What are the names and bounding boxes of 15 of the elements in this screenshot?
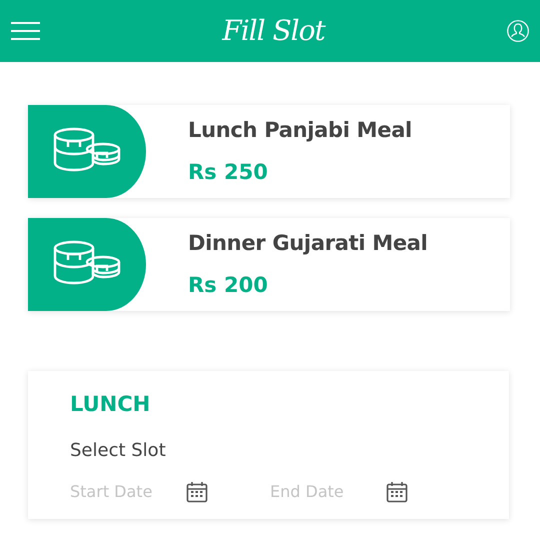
meal-name: Dinner Gujarati Meal	[188, 230, 428, 257]
user-icon[interactable]	[506, 20, 529, 42]
meal-price: Rs 250	[188, 158, 269, 186]
app-title: Fill Slot	[222, 13, 325, 49]
calendar-icon[interactable]	[186, 480, 208, 502]
meal-card[interactable]: Lunch Panjabi Meal Rs 250	[28, 105, 510, 198]
section-heading: LUNCH	[70, 391, 152, 418]
calendar-icon[interactable]	[386, 480, 408, 502]
meal-card[interactable]: Dinner Gujarati Meal Rs 200	[28, 218, 510, 311]
menu-icon[interactable]	[11, 22, 40, 40]
meal-name: Lunch Panjabi Meal	[188, 117, 412, 144]
field-label: Select Slot	[70, 438, 167, 462]
end-date-field[interactable]: End Date	[270, 480, 382, 504]
start-date-field[interactable]: Start Date	[70, 480, 182, 504]
meal-price: Rs 200	[188, 272, 269, 298]
